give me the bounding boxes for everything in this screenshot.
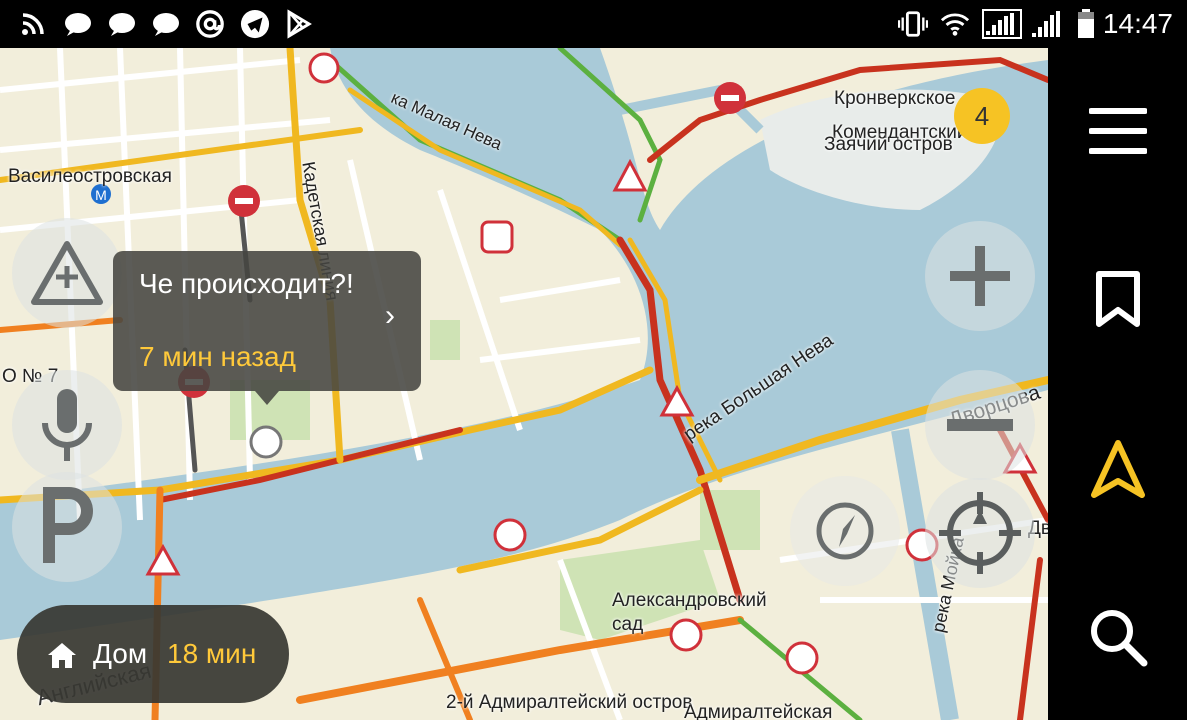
popup-time: 7 мин назад xyxy=(139,341,296,372)
clock: 14:47 xyxy=(1102,8,1173,39)
play-store-icon xyxy=(284,8,314,40)
home-route-button[interactable]: Дом 18 мин xyxy=(17,605,289,703)
event-popup[interactable]: Че происходит?! 7 мин назад › xyxy=(113,251,421,405)
sidebar xyxy=(1048,48,1187,720)
popup-title: Че происходит?! xyxy=(139,268,354,299)
home-icon xyxy=(48,643,76,668)
locate-button[interactable] xyxy=(925,478,1035,588)
chat-bubble-icon xyxy=(62,8,92,40)
rss-icon xyxy=(18,8,48,40)
zoom-out-icon xyxy=(947,419,1013,431)
signal-1-icon xyxy=(982,8,1022,40)
at-sign-icon xyxy=(195,8,225,40)
map-label: Василеостровская xyxy=(8,166,172,187)
map-label: Александровский xyxy=(612,590,767,611)
search-button[interactable] xyxy=(1083,602,1153,672)
compass-icon xyxy=(816,502,874,560)
chat-bubble-icon xyxy=(150,8,180,40)
locate-icon xyxy=(939,492,1021,574)
parking-button[interactable] xyxy=(12,472,122,582)
map-label: Кронверкское xyxy=(834,88,956,109)
voice-button[interactable] xyxy=(12,370,122,480)
bookmarks-button[interactable] xyxy=(1083,264,1153,334)
home-eta: 18 мин xyxy=(167,638,257,669)
telegram-icon xyxy=(240,8,270,40)
chevron-right-icon: › xyxy=(385,299,395,332)
map-label: 2-й Адмиралтейский остров xyxy=(446,692,693,713)
compass-button[interactable] xyxy=(790,476,900,586)
battery-icon xyxy=(1074,8,1098,40)
notification-badge[interactable]: 4 xyxy=(954,88,1010,144)
navigation-button[interactable] xyxy=(1083,434,1153,504)
menu-icon xyxy=(1089,108,1147,154)
parking-icon xyxy=(43,487,93,563)
map-label: Заячий остров xyxy=(824,134,953,155)
menu-button[interactable] xyxy=(1083,96,1153,166)
navigation-arrow-icon xyxy=(1091,440,1145,498)
vibrate-icon xyxy=(898,8,928,40)
signal-2-icon xyxy=(1028,8,1068,40)
svg-text:M: M xyxy=(95,187,107,203)
chat-bubble-icon xyxy=(106,8,136,40)
map-label: Адмиралтейская xyxy=(684,702,833,720)
zoom-in-button[interactable] xyxy=(925,221,1035,331)
microphone-icon xyxy=(42,389,92,461)
status-bar: 14:47 xyxy=(0,0,1187,48)
report-event-button[interactable] xyxy=(12,218,122,328)
map-label: сад xyxy=(612,614,644,635)
bookmark-icon xyxy=(1096,271,1140,327)
popup-tail xyxy=(255,391,279,405)
home-label: Дом xyxy=(93,638,148,669)
report-road-event-icon xyxy=(31,241,103,305)
zoom-out-button[interactable] xyxy=(925,370,1035,480)
zoom-in-icon xyxy=(950,246,1010,306)
search-icon xyxy=(1091,610,1148,667)
map-view[interactable]: M Василеостровская ка Малая Нева Кадетск… xyxy=(0,48,1048,720)
wifi-icon xyxy=(940,8,970,40)
